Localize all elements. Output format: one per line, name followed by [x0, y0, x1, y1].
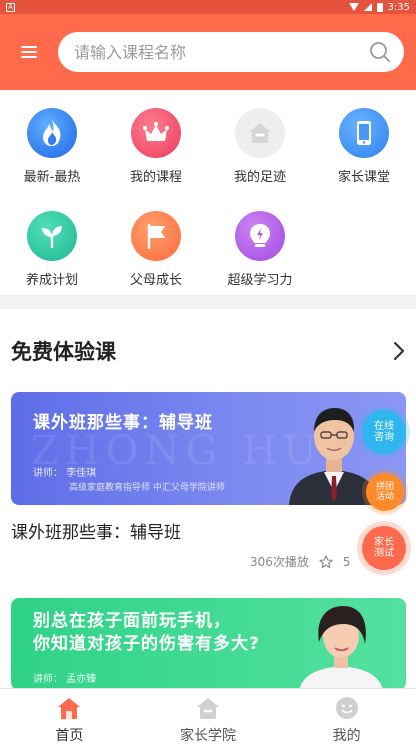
category-my-courses[interactable]: 我的课程: [104, 90, 208, 190]
course-banner[interactable]: ZHONG HUI 课外班那些事：辅导班 讲师： 李佳琪 高级家庭教育指导师 中…: [11, 392, 406, 505]
menu-button[interactable]: [0, 14, 58, 90]
course-banner[interactable]: 别总在孩子面前玩手机， 你知道对孩子的伤害有多大? 讲师： 孟亦臻: [11, 598, 406, 690]
fire-icon: [27, 108, 77, 158]
category-latest-hot[interactable]: 最新-最热: [0, 90, 104, 190]
app-header: [0, 14, 416, 90]
banner-title: 别总在孩子面前玩手机， 你知道对孩子的伤害有多大?: [33, 610, 260, 656]
search-box[interactable]: [58, 32, 404, 72]
play-count: 306次播放: [250, 555, 309, 569]
footprint-house-icon: [235, 108, 285, 158]
star-count: 5: [342, 554, 351, 569]
hamburger-icon: [21, 46, 37, 58]
nav-label: 家长学院: [180, 728, 236, 744]
course-title[interactable]: 课外班那些事：辅导班: [11, 518, 181, 543]
banner-title: 课外班那些事：辅导班: [33, 413, 213, 433]
banner-title-line: 你知道对孩子的伤害有多大?: [33, 634, 260, 654]
group-buy-button[interactable]: 拼团 活动: [366, 473, 404, 511]
category-parent-class[interactable]: 家长课堂: [312, 90, 416, 190]
banner-lecturer: 讲师： 孟亦臻: [33, 674, 97, 685]
category-label: 养成计划: [25, 273, 78, 288]
nav-academy[interactable]: 家长学院: [139, 689, 278, 748]
chevron-right-icon[interactable]: [392, 340, 406, 362]
crown-icon: [131, 108, 181, 158]
category-label: 我的课程: [129, 170, 182, 185]
teacher-photo: [291, 598, 391, 690]
test-label-2: 测试: [374, 548, 394, 559]
group-label-2: 活动: [375, 492, 394, 502]
wifi-icon: [348, 3, 359, 11]
status-time: 3:35: [387, 1, 410, 13]
nav-profile[interactable]: 我的: [277, 689, 416, 748]
category-label: 最新-最热: [23, 170, 81, 185]
banner-credentials: 高级家庭教育指导师 中汇父母学院讲师: [69, 483, 225, 493]
parent-test-button[interactable]: 家长 测试: [362, 526, 406, 570]
category-label: 我的足迹: [233, 170, 286, 185]
home-icon: [58, 698, 81, 719]
consult-label-1: 在线: [374, 421, 394, 432]
app-notification-icon: A: [6, 2, 15, 12]
status-bar: A 3:35: [0, 0, 416, 14]
online-consult-button[interactable]: 在线 咨询: [362, 410, 406, 454]
category-super-learning[interactable]: 超级学习力: [208, 193, 312, 293]
search-input[interactable]: [74, 42, 368, 62]
category-grid: 最新-最热 我的课程 我的足迹 家长课堂 养成计划 父母成长 超级学习力: [0, 90, 416, 295]
academy-icon: [197, 698, 219, 719]
star-icon[interactable]: [319, 554, 333, 569]
banner-lecturer: 讲师： 李佳琪: [33, 468, 97, 479]
section-divider: [0, 295, 416, 309]
flag-icon: [131, 211, 181, 261]
bottom-nav: 首页 家长学院 我的: [0, 688, 416, 748]
nav-label: 我的: [332, 728, 361, 744]
nav-label: 首页: [55, 728, 84, 744]
category-my-footprint[interactable]: 我的足迹: [208, 90, 312, 190]
status-icons: 3:35: [348, 1, 410, 13]
app-screen: A 3:35 最新-最热: [0, 0, 416, 748]
phone-icon: [339, 108, 389, 158]
profile-icon: [335, 697, 358, 719]
category-label: 父母成长: [129, 273, 182, 288]
sprout-icon: [27, 211, 77, 261]
category-label: 超级学习力: [227, 273, 293, 288]
group-label-1: 拼团: [375, 482, 394, 492]
search-icon[interactable]: [368, 40, 392, 64]
signal-icon: [363, 3, 372, 11]
consult-label-2: 咨询: [374, 432, 394, 443]
category-label: 家长课堂: [337, 170, 390, 185]
category-habit-plan[interactable]: 养成计划: [0, 193, 104, 293]
bulb-icon: [235, 211, 285, 261]
banner-title-line: 别总在孩子面前玩手机，: [33, 611, 231, 631]
category-parent-growth[interactable]: 父母成长: [104, 193, 208, 293]
nav-home[interactable]: 首页: [0, 689, 139, 748]
course-meta: 306次播放 5: [250, 553, 351, 570]
battery-icon: [376, 2, 383, 12]
test-label-1: 家长: [374, 537, 394, 548]
section-title: 免费体验课: [11, 340, 116, 364]
